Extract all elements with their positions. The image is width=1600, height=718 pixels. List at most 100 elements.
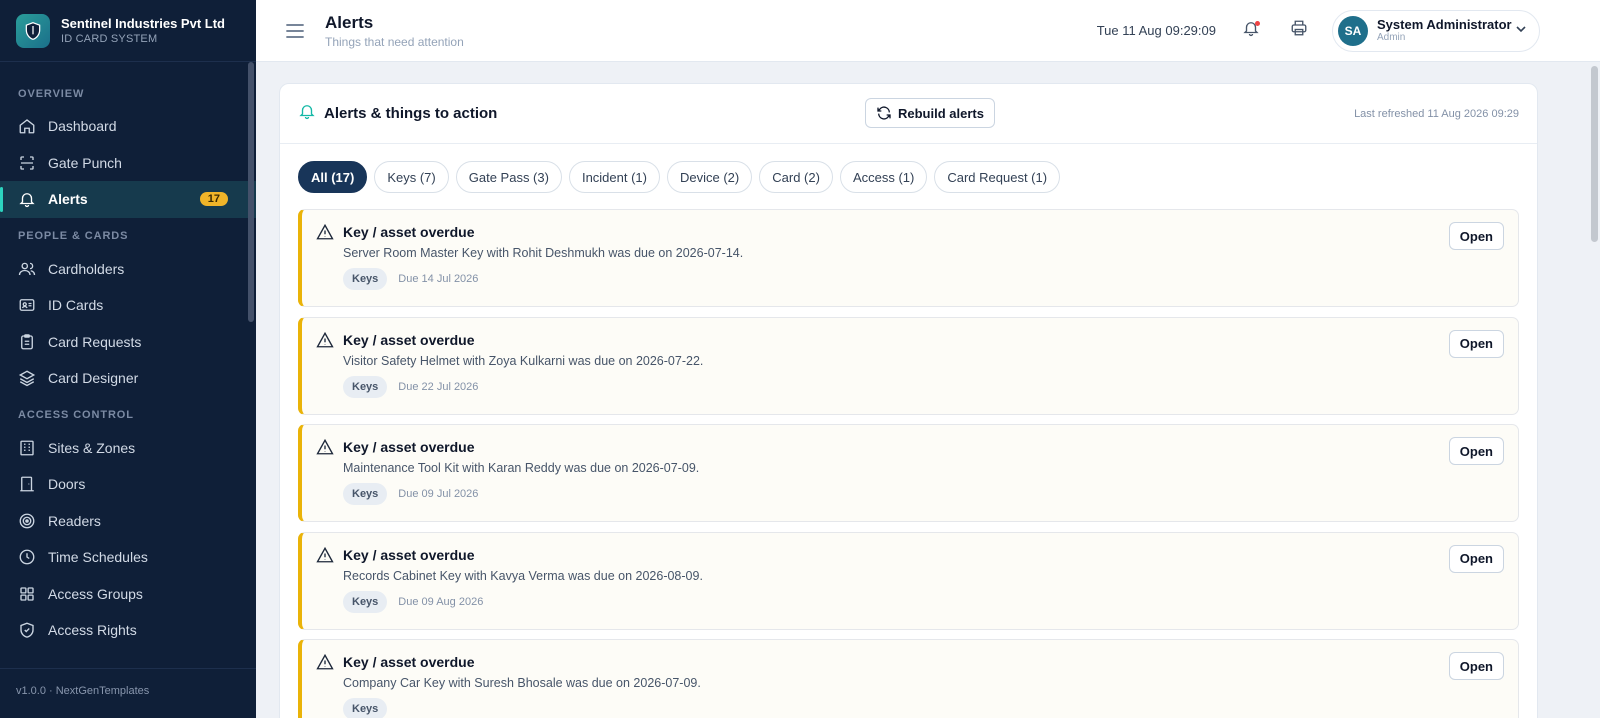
sidebar-item-alerts[interactable]: Alerts 17 [0,181,256,218]
sidebar-item-readers[interactable]: Readers [0,503,256,540]
user-role: Admin [1377,32,1406,43]
section-access-control: ACCESS CONTROL [18,408,134,421]
alert-title: Key / asset overdue [343,546,475,563]
alert-category-tag: Keys [343,483,388,505]
version-footer: v1.0.0 · NextGenTemplates [0,668,256,718]
brand[interactable]: Sentinel Industries Pvt Ltd ID CARD SYST… [0,0,256,62]
rebuild-label: Rebuild alerts [898,105,984,121]
notifications-button[interactable] [1236,16,1266,46]
sidebar-item-gate-punch[interactable]: Gate Punch [0,145,256,182]
sidebar-item-label: Readers [48,512,101,529]
alert-due-date: Due 09 Aug 2026 [398,595,484,608]
panel-title: Alerts & things to action [324,105,498,122]
sidebar-item-label: Alerts [48,191,88,208]
sidebar-item-access-groups[interactable]: Access Groups [0,576,256,613]
filter-all[interactable]: All (17) [298,161,368,193]
layers-icon [18,369,36,387]
filter-device[interactable]: Device (2) [667,161,753,193]
section-people-cards: PEOPLE & CARDS [18,229,129,242]
section-overview: OVERVIEW [18,88,85,100]
grid-icon [18,585,36,603]
filter-incident[interactable]: Incident (1) [568,161,660,193]
alert-title: Key / asset overdue [343,439,475,455]
print-button[interactable] [1284,16,1314,46]
alert-title: Key / asset overdue [343,331,475,348]
warning-icon [316,331,334,349]
filter-chips: All (17) Keys (7) Gate Pass (3) Incident… [280,144,1537,209]
sidebar-item-doors[interactable]: Doors [0,466,256,503]
avatar: SA [1338,15,1368,46]
page-title: Alerts [325,12,374,32]
filter-keys[interactable]: Keys (7) [374,161,449,193]
page-subtitle: Things that need attention [325,34,464,49]
open-button[interactable]: Open [1448,222,1504,250]
sidebar-item-label: Sites & Zones [48,439,136,456]
bell-icon [18,190,36,208]
sidebar-scrollbar[interactable] [248,62,254,322]
building-icon [18,439,36,457]
alert-item: Key / asset overdue Records Cabinet Key … [298,531,1519,630]
sidebar-item-label: Doors [48,476,86,493]
clock-icon [18,548,36,566]
user-menu[interactable]: SA System Administrator Admin [1332,9,1540,52]
sidebar-item-label: Cardholders [48,260,125,277]
brand-subtitle: ID CARD SYSTEM [61,32,158,45]
current-datetime: Tue 11 Aug 09:29:09 [1096,23,1216,38]
main-scrollbar[interactable] [1591,66,1598,242]
alert-item: Key / asset overdue Company Car Key with… [298,639,1519,718]
warning-icon [316,546,334,564]
alert-category-tag: Keys [343,375,388,398]
alert-message: Visitor Safety Helmet with Zoya Kulkarni… [343,353,704,368]
printer-icon [1290,19,1308,42]
sidebar-item-label: Dashboard [48,118,117,135]
sidebar-item-label: Card Requests [48,333,142,350]
alerts-panel: Alerts & things to action Rebuild alerts… [279,83,1538,718]
sidebar-item-id-cards[interactable]: ID Cards [0,287,256,324]
notification-dot [1255,20,1260,26]
sidebar-item-sites-zones[interactable]: Sites & Zones [0,430,256,467]
alert-item: Key / asset overdue Server Room Master K… [298,209,1519,307]
sidebar-item-label: Access Rights [48,622,137,639]
alert-message: Company Car Key with Suresh Bhosale was … [343,676,701,690]
open-button[interactable]: Open [1448,652,1504,680]
shield-logo-icon [16,13,50,48]
alert-title: Key / asset overdue [343,224,475,240]
sidebar-item-label: Access Groups [48,585,143,602]
sidebar-item-label: Card Designer [48,370,139,387]
open-button[interactable]: Open [1448,329,1504,358]
alert-category-tag: Keys [343,698,388,718]
open-button[interactable]: Open [1448,544,1504,573]
alert-due-date: Due 22 Jul 2026 [398,380,479,393]
filter-card-request[interactable]: Card Request (1) [934,161,1061,193]
sidebar-item-cardholders[interactable]: Cardholders [0,251,256,288]
sidebar-item-dashboard[interactable]: Dashboard [0,108,256,145]
shield-icon [18,621,36,639]
alert-message: Records Cabinet Key with Kavya Verma was… [343,568,703,583]
sidebar-item-card-requests[interactable]: Card Requests [0,324,256,361]
sidebar-item-time-schedules[interactable]: Time Schedules [0,539,256,576]
rebuild-alerts-button[interactable]: Rebuild alerts [865,98,995,128]
alert-category-tag: Keys [343,268,388,290]
filter-gate-pass[interactable]: Gate Pass (3) [455,161,562,193]
filter-card[interactable]: Card (2) [759,161,833,193]
door-icon [18,475,36,493]
alert-category-tag: Keys [343,590,388,613]
alert-message: Maintenance Tool Kit with Karan Reddy wa… [343,461,700,475]
alert-due-date: Due 09 Jul 2026 [398,488,479,500]
chevron-down-icon [1515,22,1527,40]
warning-icon [316,653,334,671]
users-icon [18,260,36,278]
last-refreshed: Last refreshed 11 Aug 2026 09:29 [1354,107,1519,120]
sidebar-item-access-rights[interactable]: Access Rights [0,612,256,649]
open-button[interactable]: Open [1448,437,1504,465]
brand-name: Sentinel Industries Pvt Ltd [61,15,225,31]
sidebar-item-card-designer[interactable]: Card Designer [0,360,256,397]
sidebar-item-label: ID Cards [48,297,104,314]
id-card-icon [18,296,36,314]
alerts-count-badge: 17 [199,192,228,207]
menu-toggle-icon[interactable] [282,18,308,44]
warning-icon [316,438,334,456]
alert-title: Key / asset overdue [343,654,475,670]
filter-access[interactable]: Access (1) [839,161,928,193]
bell-icon [298,102,316,125]
